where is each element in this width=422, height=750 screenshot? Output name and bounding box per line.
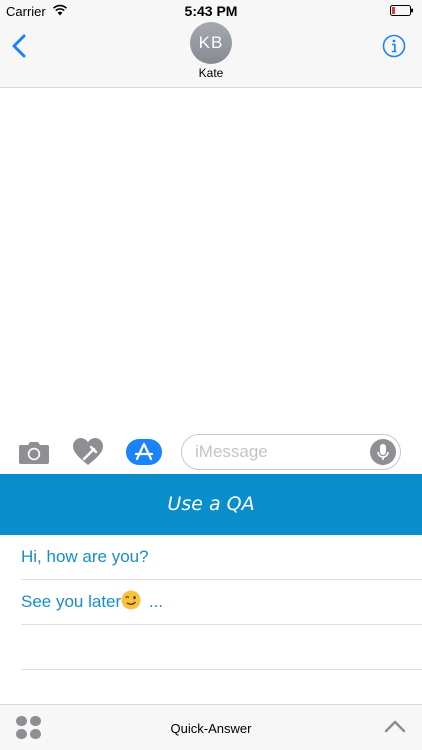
qa-item-text: Hi, how are you? (21, 547, 149, 566)
app-store-button[interactable] (126, 439, 162, 465)
avatar[interactable]: KB (190, 22, 232, 64)
avatar-initials: KB (198, 33, 224, 52)
digital-touch-heart-icon[interactable] (72, 437, 104, 467)
info-icon[interactable] (382, 34, 406, 58)
qa-header: Use a QA (0, 474, 422, 535)
qa-item-text: See you later (21, 592, 122, 611)
chevron-up-icon[interactable] (384, 718, 406, 734)
imessage-placeholder: iMessage (195, 442, 268, 461)
back-chevron-icon[interactable] (10, 34, 30, 58)
app-store-icon (134, 442, 154, 461)
imessage-input[interactable]: iMessage (181, 434, 401, 470)
conversation-header: KB Kate (0, 22, 422, 88)
app-drawer-title: Quick-Answer (170, 721, 252, 736)
microphone-icon (377, 444, 389, 460)
status-bar: Carrier 5:43 PM (0, 0, 422, 22)
camera-icon[interactable] (18, 439, 50, 465)
status-time: 5:43 PM (184, 3, 238, 19)
qa-item[interactable]: See you later ... (21, 580, 422, 625)
wink-emoji-icon (121, 590, 141, 610)
qa-item[interactable] (21, 625, 422, 670)
qa-title: Use a QA (167, 493, 255, 515)
message-thread[interactable] (0, 89, 422, 430)
qa-item-text-suffix: ... (144, 592, 164, 611)
qa-item[interactable]: Hi, how are you? (21, 535, 422, 580)
compose-bar: iMessage (0, 430, 422, 474)
app-drawer-bar: Quick-Answer (0, 704, 422, 750)
qa-list: Hi, how are you? See you later ... (0, 535, 422, 715)
battery-icon (390, 5, 413, 16)
contact-name[interactable]: Kate (0, 66, 422, 80)
microphone-button[interactable] (370, 439, 396, 465)
